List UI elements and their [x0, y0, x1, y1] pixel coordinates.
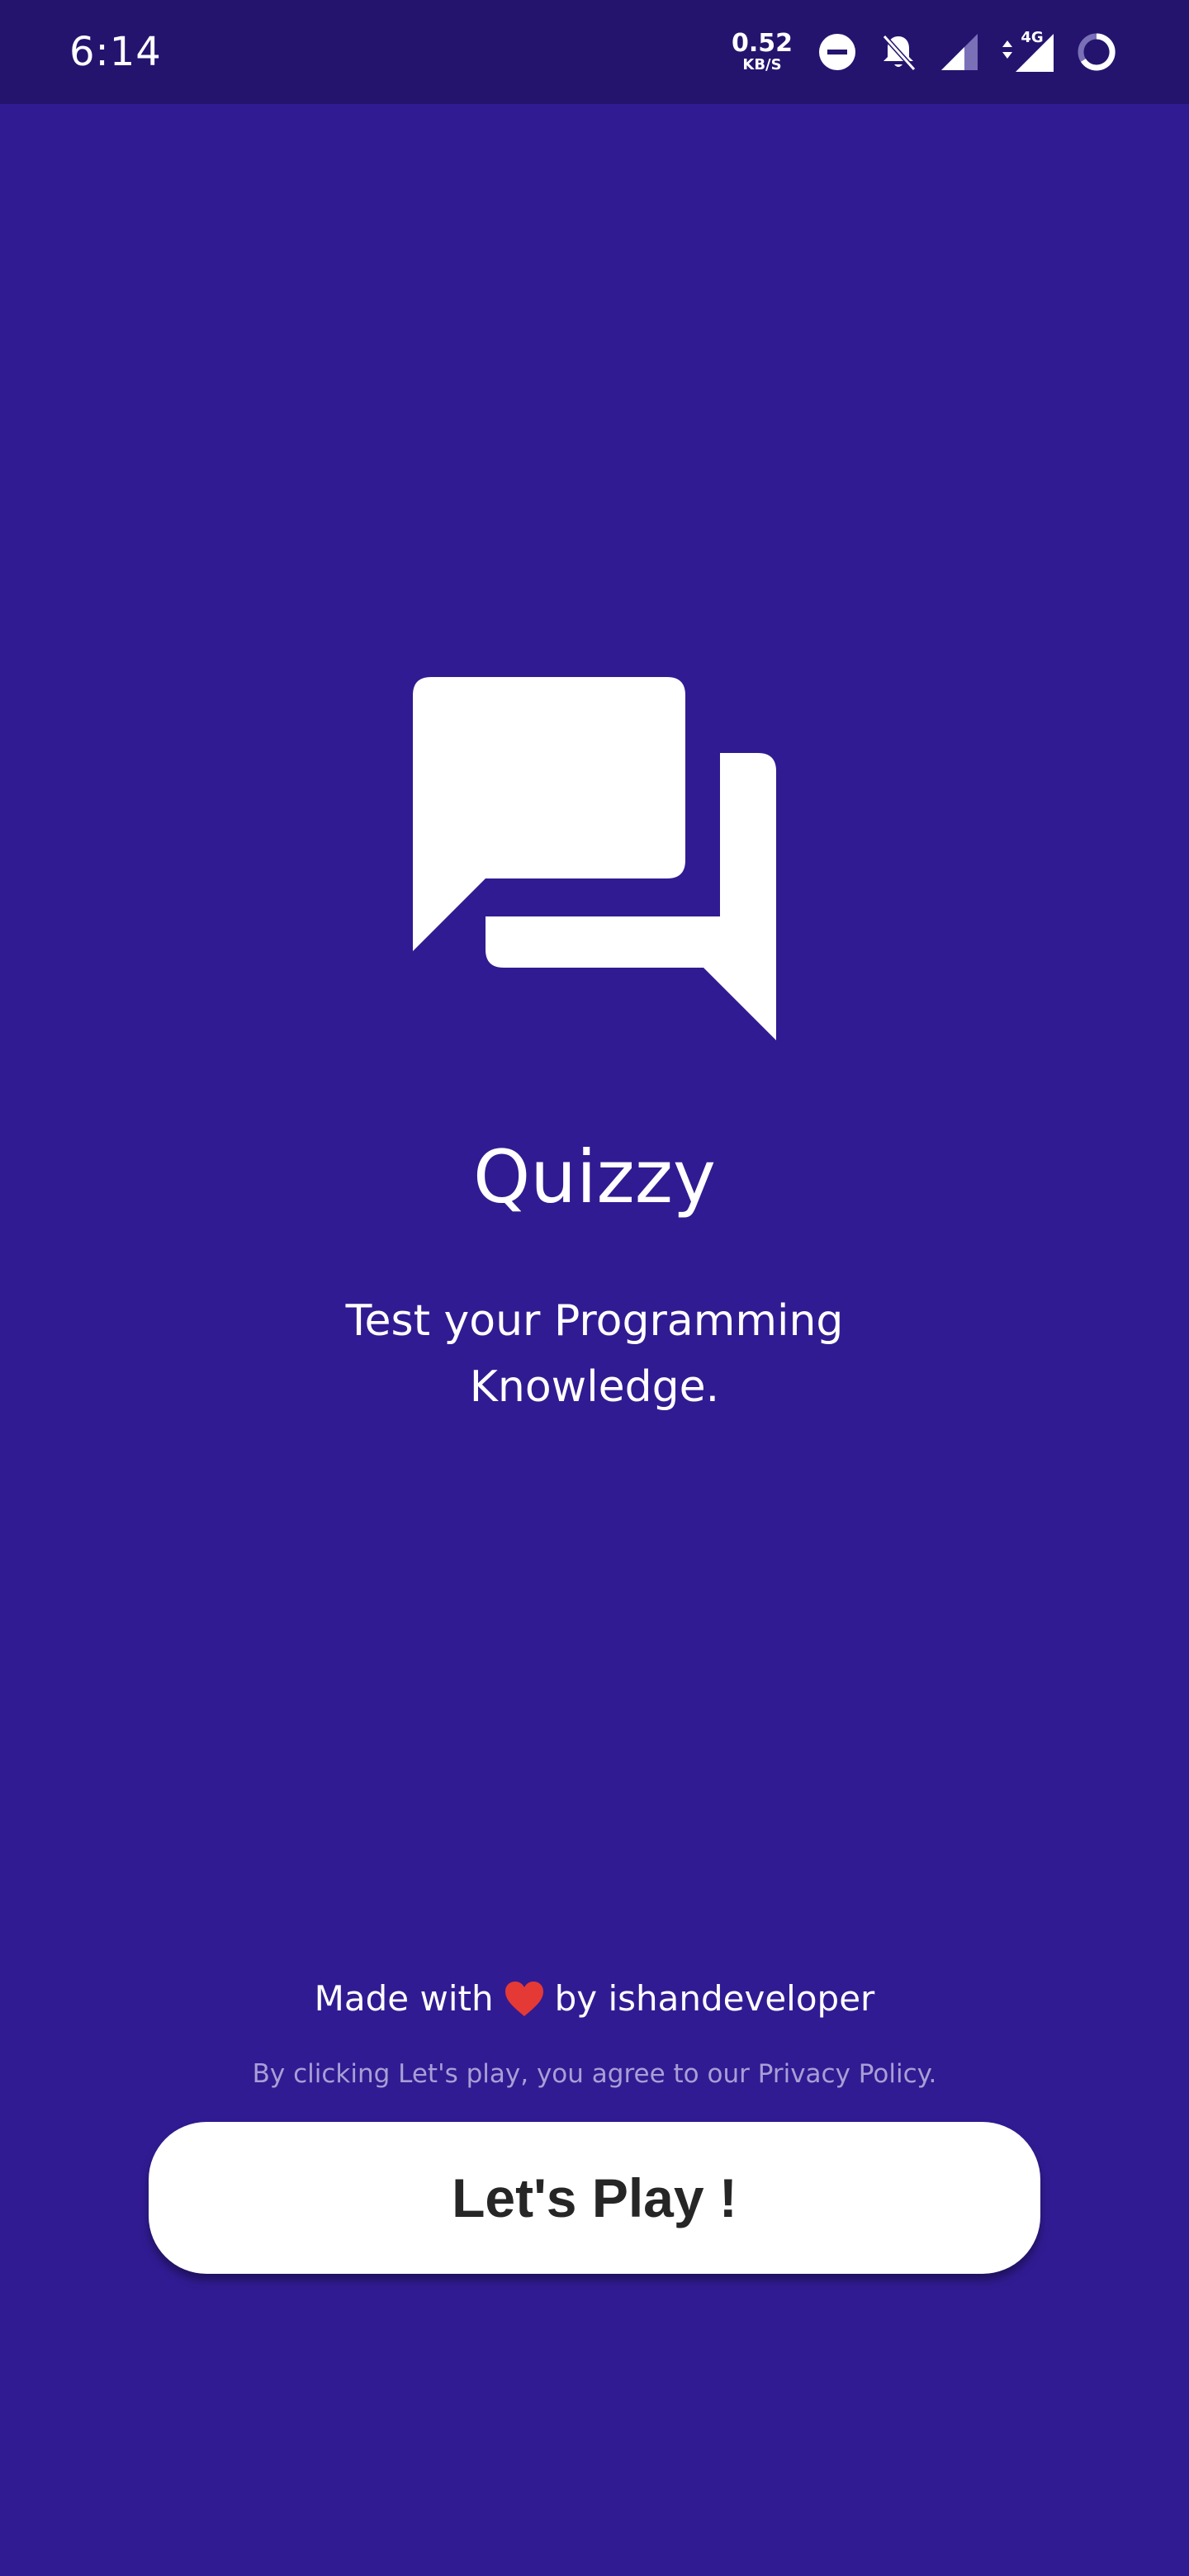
network-type-label: 4G — [1021, 28, 1044, 46]
network-speed-unit: KB/S — [742, 56, 782, 73]
privacy-note: By clicking Let's play, you agree to our… — [252, 2059, 937, 2089]
signal-4g-icon: 4G — [999, 28, 1057, 73]
network-speed-value: 0.52 — [731, 29, 793, 58]
heart-icon — [504, 1980, 545, 2018]
credits: Made with by ishandeveloper — [0, 1978, 1189, 2019]
status-icons: 0.52 KB/S 4G — [732, 28, 1118, 73]
signal-icon — [938, 31, 981, 73]
bell-off-icon — [877, 31, 920, 73]
status-time: 6:14 — [69, 29, 162, 75]
network-speed: 0.52 KB/S — [732, 31, 793, 73]
chat-bubbles-icon — [413, 677, 776, 1040]
app-title: Quizzy — [473, 1134, 716, 1219]
credits-prefix: Made with — [314, 1978, 494, 2019]
do-not-disturb-icon — [816, 31, 859, 73]
loading-icon — [1075, 31, 1118, 73]
app-tagline: Test your Programming Knowledge. — [345, 1296, 844, 1412]
status-bar: 6:14 0.52 KB/S 4G — [0, 0, 1189, 104]
credits-suffix: by ishandeveloper — [554, 1978, 875, 2019]
lets-play-button[interactable]: Let's Play ! — [149, 2122, 1040, 2274]
